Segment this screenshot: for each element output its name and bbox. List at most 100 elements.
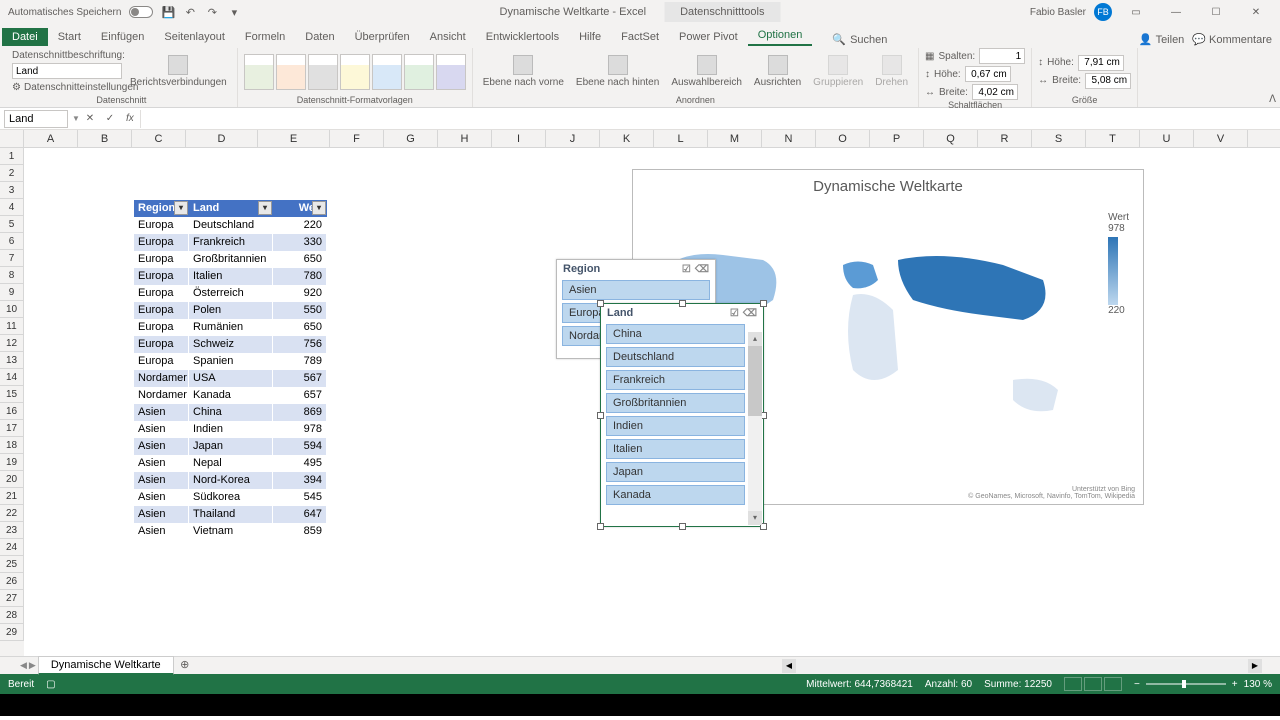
table-row[interactable]: AsienIndien978 <box>134 421 327 438</box>
horizontal-scrollbar[interactable]: ◀ ▶ <box>782 659 1262 673</box>
sheet-nav-first-icon[interactable]: ◀ <box>20 660 27 671</box>
column-header[interactable]: I <box>492 130 546 147</box>
style-swatch[interactable] <box>276 54 306 90</box>
selection-handle[interactable] <box>597 523 604 530</box>
row-header[interactable]: 6 <box>0 233 24 250</box>
fx-icon[interactable]: fx <box>120 113 140 124</box>
bring-forward-button[interactable]: Ebene nach vorne <box>479 53 568 90</box>
clear-filter-icon[interactable]: ⌫ <box>743 308 757 319</box>
cancel-icon[interactable]: ✕ <box>80 113 100 124</box>
style-swatch[interactable] <box>340 54 370 90</box>
row-header[interactable]: 19 <box>0 454 24 471</box>
row-header[interactable]: 10 <box>0 301 24 318</box>
table-row[interactable]: EuropaFrankreich330 <box>134 234 327 251</box>
row-header[interactable]: 28 <box>0 607 24 624</box>
confirm-icon[interactable]: ✓ <box>100 113 120 124</box>
column-header[interactable]: K <box>600 130 654 147</box>
row-header[interactable]: 14 <box>0 369 24 386</box>
row-header[interactable]: 4 <box>0 199 24 216</box>
scroll-left-icon[interactable]: ◀ <box>782 659 796 673</box>
row-header[interactable]: 18 <box>0 437 24 454</box>
table-row[interactable]: EuropaPolen550 <box>134 302 327 319</box>
user-avatar[interactable]: FB <box>1094 3 1112 21</box>
row-header[interactable]: 15 <box>0 386 24 403</box>
slicer-item[interactable]: Großbritannien <box>606 393 745 413</box>
column-header[interactable]: S <box>1032 130 1086 147</box>
table-row[interactable]: EuropaDeutschland220 <box>134 217 327 234</box>
slicer-height-input[interactable] <box>1078 55 1124 71</box>
zoom-level[interactable]: 130 % <box>1244 679 1272 690</box>
row-header[interactable]: 8 <box>0 267 24 284</box>
view-normal-icon[interactable] <box>1064 677 1082 691</box>
slicer-item[interactable]: Italien <box>606 439 745 459</box>
row-header[interactable]: 7 <box>0 250 24 267</box>
table-row[interactable]: EuropaÖsterreich920 <box>134 285 327 302</box>
align-button[interactable]: Ausrichten <box>750 53 805 90</box>
table-row[interactable]: EuropaSchweiz756 <box>134 336 327 353</box>
slicer-item[interactable]: China <box>606 324 745 344</box>
selection-handle[interactable] <box>760 300 767 307</box>
scroll-thumb[interactable] <box>748 346 762 416</box>
column-header[interactable]: Q <box>924 130 978 147</box>
tab-start[interactable]: Start <box>48 28 91 46</box>
column-header[interactable]: F <box>330 130 384 147</box>
zoom-out-button[interactable]: − <box>1134 679 1140 690</box>
selection-handle[interactable] <box>597 412 604 419</box>
filter-icon[interactable]: ▾ <box>174 201 188 215</box>
row-header[interactable]: 26 <box>0 573 24 590</box>
macro-record-icon[interactable]: ▢ <box>46 679 55 690</box>
tab-ansicht[interactable]: Ansicht <box>420 28 476 46</box>
table-row[interactable]: AsienJapan594 <box>134 438 327 455</box>
table-row[interactable]: AsienNepal495 <box>134 455 327 472</box>
column-header[interactable]: H <box>438 130 492 147</box>
kommentare-button[interactable]: 💬Kommentare <box>1192 33 1272 46</box>
tab-ueberpruefen[interactable]: Überprüfen <box>345 28 420 46</box>
slicer-item[interactable]: Japan <box>606 462 745 482</box>
column-header[interactable]: R <box>978 130 1032 147</box>
save-icon[interactable]: 💾 <box>161 5 175 19</box>
column-header[interactable]: G <box>384 130 438 147</box>
tab-optionen[interactable]: Optionen <box>748 26 813 46</box>
btn-width-input[interactable] <box>972 84 1018 100</box>
slicer-styles-gallery[interactable] <box>244 54 466 90</box>
row-header[interactable]: 25 <box>0 556 24 573</box>
minimize-button[interactable]: — <box>1160 2 1192 22</box>
table-row[interactable]: AsienChina869 <box>134 404 327 421</box>
multi-select-icon[interactable]: ☑ <box>730 308 739 319</box>
tab-powerpivot[interactable]: Power Pivot <box>669 28 748 46</box>
tab-seitenlayout[interactable]: Seitenlayout <box>154 28 235 46</box>
slicer-item[interactable]: Indien <box>606 416 745 436</box>
maximize-button[interactable]: ☐ <box>1200 2 1232 22</box>
table-row[interactable]: EuropaItalien780 <box>134 268 327 285</box>
row-header[interactable]: 12 <box>0 335 24 352</box>
slicer-width-input[interactable] <box>1085 73 1131 89</box>
tab-daten[interactable]: Daten <box>295 28 344 46</box>
style-swatch[interactable] <box>404 54 434 90</box>
close-button[interactable]: ✕ <box>1240 2 1272 22</box>
table-header-land[interactable]: Land▾ <box>189 200 273 217</box>
row-header[interactable]: 27 <box>0 590 24 607</box>
slicer-item[interactable]: Kanada <box>606 485 745 505</box>
table-row[interactable]: EuropaGroßbritannien650 <box>134 251 327 268</box>
undo-icon[interactable]: ↶ <box>183 5 197 19</box>
row-header[interactable]: 17 <box>0 420 24 437</box>
row-header[interactable]: 5 <box>0 216 24 233</box>
table-row[interactable]: AsienVietnam859 <box>134 523 327 540</box>
column-header[interactable]: D <box>186 130 258 147</box>
slicer-land[interactable]: Land ☑ ⌫ ChinaDeutschlandFrankreichGroßb… <box>600 303 764 527</box>
view-page-break-icon[interactable] <box>1104 677 1122 691</box>
row-header[interactable]: 13 <box>0 352 24 369</box>
column-header[interactable]: V <box>1194 130 1248 147</box>
view-page-layout-icon[interactable] <box>1084 677 1102 691</box>
columns-input[interactable] <box>979 48 1025 64</box>
table-header-wert[interactable]: Wert▾ <box>273 200 327 217</box>
selection-pane-button[interactable]: Auswahlbereich <box>667 53 746 90</box>
column-header[interactable]: P <box>870 130 924 147</box>
style-swatch[interactable] <box>436 54 466 90</box>
column-header[interactable]: E <box>258 130 330 147</box>
rotate-button[interactable]: Drehen <box>871 53 912 90</box>
zoom-slider[interactable] <box>1146 683 1226 685</box>
column-header[interactable]: L <box>654 130 708 147</box>
row-header[interactable]: 16 <box>0 403 24 420</box>
zoom-in-button[interactable]: + <box>1232 679 1238 690</box>
